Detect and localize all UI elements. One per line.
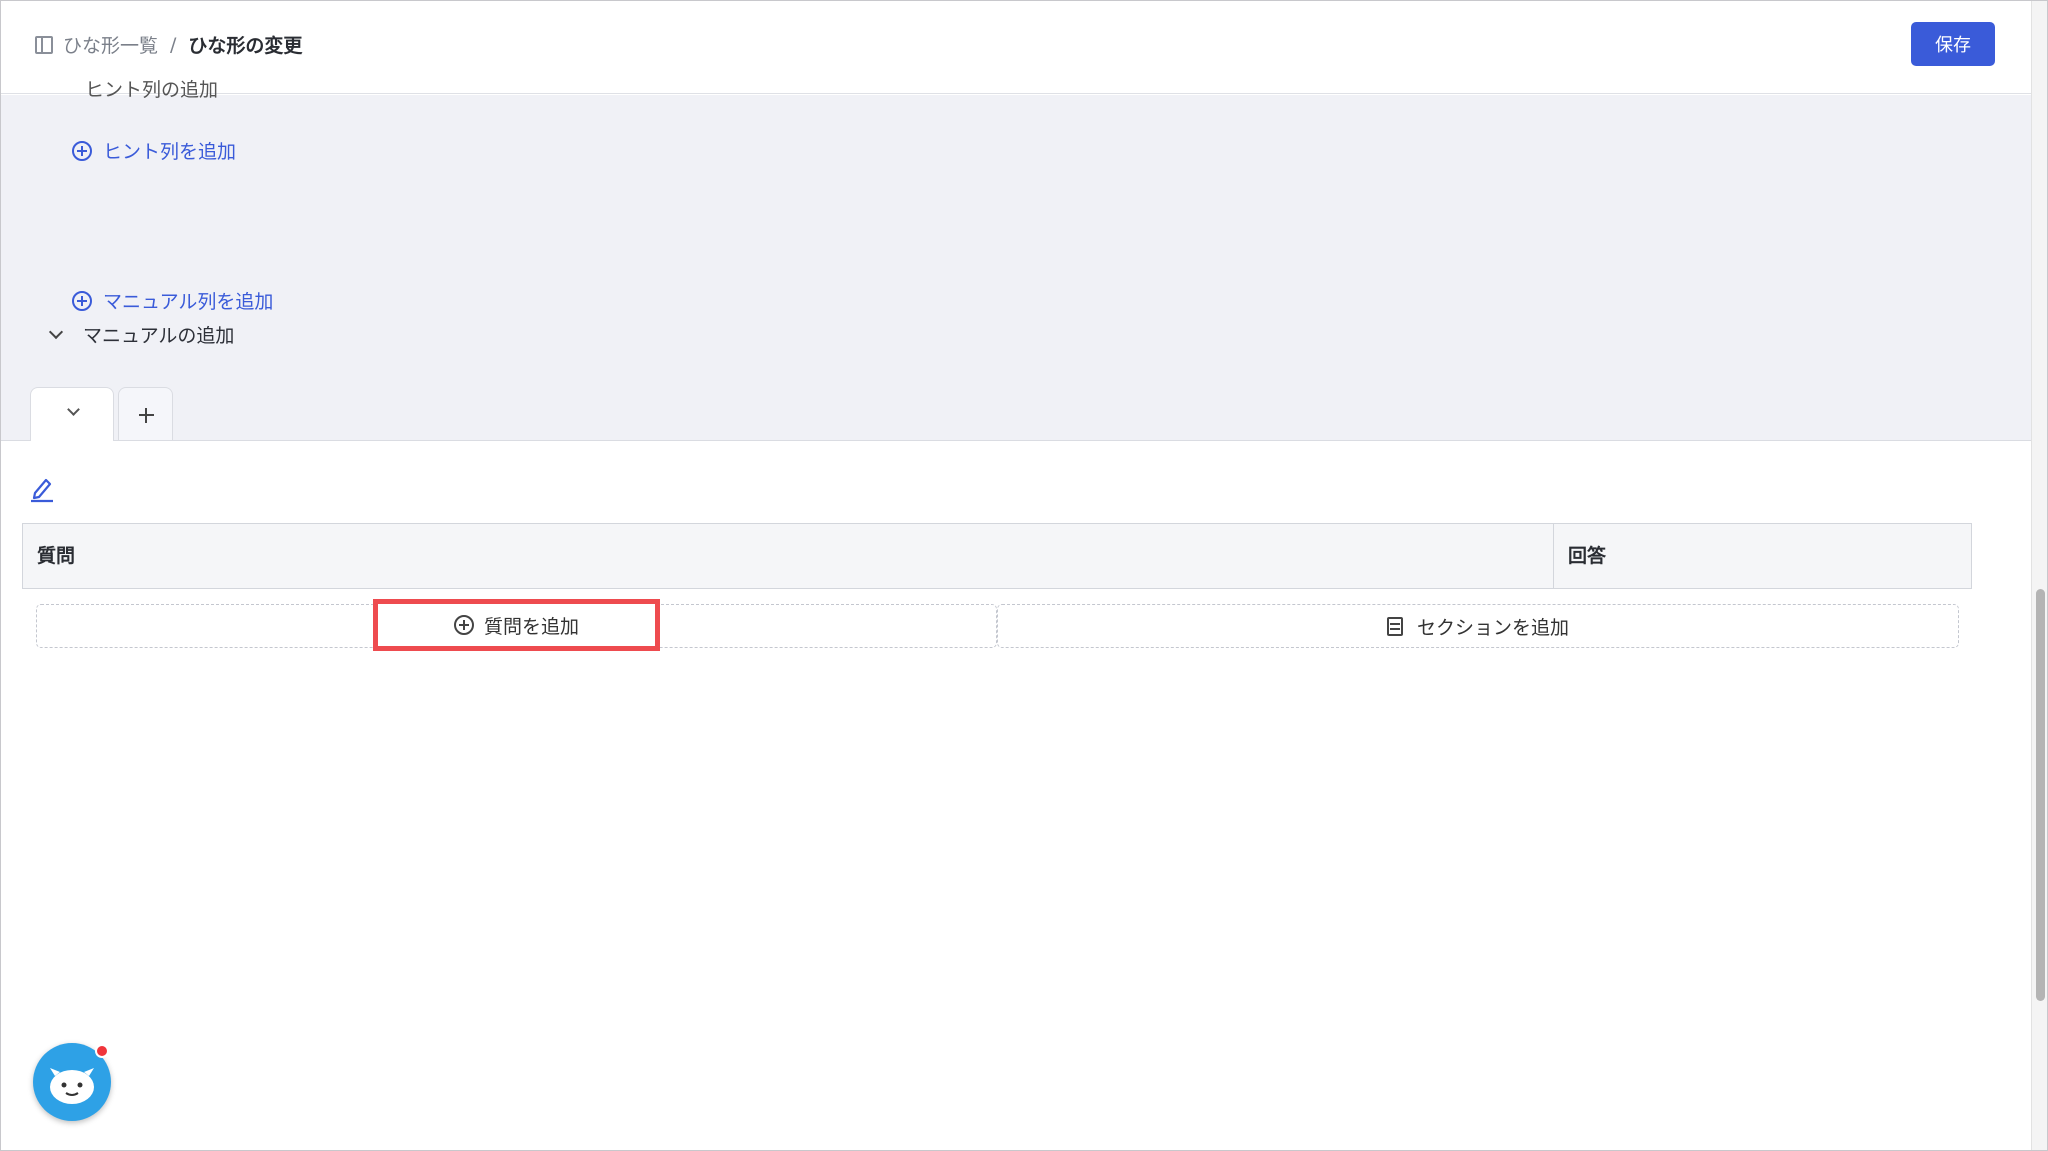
add-hint-column-link[interactable]: ヒント列を追加 — [72, 137, 236, 164]
breadcrumb: ひな形一覧 / ひな形の変更 — [35, 31, 302, 58]
vertical-scrollbar[interactable] — [2031, 1, 2047, 1150]
notification-dot — [95, 1044, 109, 1058]
add-hint-column-label: ヒント列を追加 — [103, 141, 237, 163]
app-window: ひな形一覧 / ひな形の変更 保存 ヒント列の追加 ヒント列を追加 マニュアルの… — [0, 0, 2048, 1151]
column-header-question: 質問 — [37, 545, 76, 567]
breadcrumb-separator: / — [170, 33, 177, 56]
scrollbar-thumb[interactable] — [2036, 589, 2045, 1001]
plus-circle-icon — [72, 140, 92, 161]
tab-current[interactable] — [30, 387, 114, 441]
sidebar-panel-icon[interactable] — [35, 35, 53, 54]
add-question-button[interactable]: 質問を追加 — [373, 599, 660, 651]
add-section-label: セクションを追加 — [1416, 616, 1569, 639]
column-header-answer: 回答 — [1568, 545, 1607, 567]
column-divider — [1553, 524, 1554, 588]
breadcrumb-template-list[interactable]: ひな形一覧 — [63, 31, 158, 58]
top-header: ひな形一覧 / ひな形の変更 保存 — [1, 1, 2031, 94]
add-question-label: 質問を追加 — [483, 615, 579, 638]
chevron-down-icon — [48, 324, 64, 339]
table-header: 質問 回答 — [22, 523, 1972, 589]
manual-section-label: マニュアルの追加 — [83, 325, 235, 347]
add-manual-column-label: マニュアル列を追加 — [103, 291, 274, 313]
settings-panel: ヒント列の追加 ヒント列を追加 マニュアルの追加 マニュアル列を追加 — [1, 79, 2031, 441]
add-manual-column-link[interactable]: マニュアル列を追加 — [72, 287, 273, 314]
save-button[interactable]: 保存 — [1911, 22, 1995, 66]
manual-section-toggle[interactable]: マニュアルの追加 — [48, 321, 235, 348]
plus-circle-icon — [72, 290, 92, 311]
section-list-icon — [1386, 616, 1403, 636]
add-section-button[interactable]: セクションを追加 — [997, 604, 1959, 648]
page-title: ひな形の変更 — [188, 35, 303, 57]
hint-section-heading: ヒント列の追加 — [85, 79, 219, 101]
add-tab-button[interactable] — [118, 387, 173, 440]
chevron-down-icon[interactable] — [67, 403, 80, 416]
pencil-edit-icon[interactable] — [29, 475, 55, 503]
plus-circle-icon — [453, 615, 474, 635]
